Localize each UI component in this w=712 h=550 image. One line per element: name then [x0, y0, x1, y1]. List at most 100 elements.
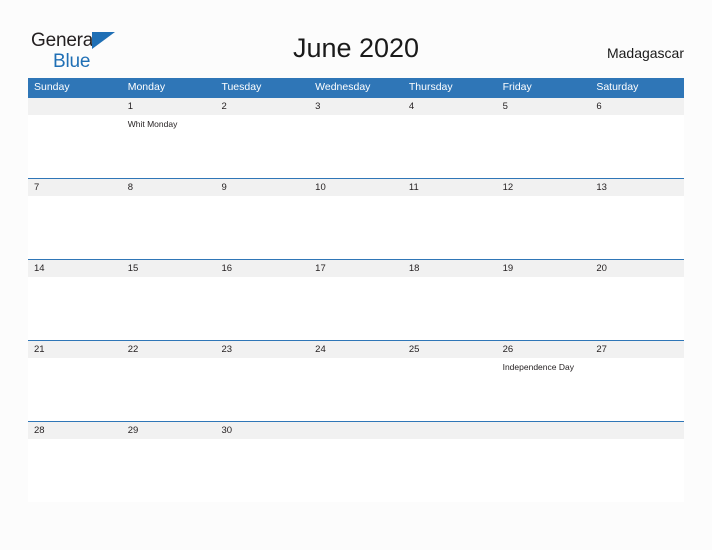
day-cell[interactable]: 16	[215, 260, 309, 277]
event-label: Whit Monday	[127, 119, 178, 129]
day-cell[interactable]: 15	[122, 260, 216, 277]
day-events[interactable]	[28, 439, 122, 502]
day-cell[interactable]: 17	[309, 260, 403, 277]
day-number: 19	[502, 263, 514, 274]
day-cell[interactable]: 25	[403, 341, 497, 358]
week-date-band: 14 15 16 17 18 19 20	[28, 260, 684, 277]
calendar-week-row: 7 8 9 10 11 12 13	[28, 178, 684, 259]
day-cell[interactable]	[403, 422, 497, 439]
day-number: 20	[596, 263, 607, 274]
weekday-header-sunday: Sunday	[34, 81, 70, 93]
day-cell[interactable]: 7	[28, 179, 122, 196]
day-events[interactable]	[122, 196, 216, 259]
day-cell[interactable]: 20	[590, 260, 684, 277]
day-cell[interactable]	[28, 98, 122, 115]
weekday-header-monday: Monday	[127, 81, 166, 93]
day-cell[interactable]: 11	[403, 179, 497, 196]
day-cell[interactable]: 29	[122, 422, 216, 439]
day-events[interactable]	[28, 115, 122, 178]
day-cell[interactable]: 1	[122, 98, 216, 115]
day-cell[interactable]: 26	[497, 341, 591, 358]
day-number: 16	[221, 263, 233, 274]
day-events[interactable]	[309, 277, 403, 340]
day-cell[interactable]: 30	[215, 422, 309, 439]
day-cell[interactable]: 19	[497, 260, 591, 277]
day-cell[interactable]: 10	[309, 179, 403, 196]
day-cell[interactable]: 18	[403, 260, 497, 277]
day-events[interactable]	[309, 439, 403, 502]
day-cell[interactable]: 3	[309, 98, 403, 115]
day-events[interactable]	[403, 115, 497, 178]
day-events[interactable]	[590, 277, 684, 340]
day-events[interactable]	[497, 439, 591, 502]
weekday-header-tuesday: Tuesday	[221, 81, 262, 93]
day-number: 29	[127, 425, 139, 436]
day-cell[interactable]: 22	[122, 341, 216, 358]
day-events[interactable]	[122, 358, 216, 421]
day-events[interactable]	[403, 196, 497, 259]
week-events-band	[28, 196, 684, 259]
week-events-band: Independence Day	[28, 358, 684, 421]
day-number: 2	[221, 101, 227, 112]
day-events[interactable]	[28, 277, 122, 340]
day-cell[interactable]: 24	[309, 341, 403, 358]
day-events[interactable]	[215, 115, 309, 178]
weekday-header-wednesday: Wednesday	[315, 81, 371, 93]
day-cell[interactable]: 14	[28, 260, 122, 277]
day-number: 5	[502, 101, 508, 112]
day-cell[interactable]: 12	[497, 179, 591, 196]
day-cell[interactable]: 21	[28, 341, 122, 358]
day-cell[interactable]: 28	[28, 422, 122, 439]
day-events[interactable]	[590, 439, 684, 502]
day-number: 7	[34, 182, 40, 193]
day-events[interactable]	[590, 115, 684, 178]
day-cell[interactable]: 4	[403, 98, 497, 115]
week-date-band: 28 29 30	[28, 422, 684, 439]
day-cell[interactable]	[590, 422, 684, 439]
day-cell[interactable]	[497, 422, 591, 439]
day-events[interactable]	[309, 358, 403, 421]
day-events[interactable]	[497, 277, 591, 340]
day-cell[interactable]: 8	[122, 179, 216, 196]
day-number: 23	[221, 344, 233, 355]
day-cell[interactable]	[309, 422, 403, 439]
page-header: General Blue June 2020 Madagascar	[0, 0, 712, 78]
day-events[interactable]	[215, 358, 309, 421]
day-number: 26	[502, 344, 514, 355]
day-cell[interactable]: 13	[590, 179, 684, 196]
calendar-week-row: 28 29 30	[28, 421, 684, 502]
day-number: 24	[315, 344, 326, 355]
day-cell[interactable]: 6	[590, 98, 684, 115]
day-events[interactable]	[403, 277, 497, 340]
day-events[interactable]	[215, 277, 309, 340]
day-events[interactable]	[497, 196, 591, 259]
day-events[interactable]	[122, 439, 216, 502]
day-events[interactable]	[28, 196, 122, 259]
day-cell[interactable]: 27	[590, 341, 684, 358]
day-events[interactable]	[403, 358, 497, 421]
day-events[interactable]	[122, 277, 216, 340]
day-events[interactable]	[590, 358, 684, 421]
day-events[interactable]	[309, 115, 403, 178]
day-events[interactable]: Independence Day	[497, 358, 591, 421]
day-number: 18	[408, 263, 420, 274]
day-cell[interactable]: 2	[215, 98, 309, 115]
day-cell[interactable]: 23	[215, 341, 309, 358]
day-events[interactable]	[309, 196, 403, 259]
day-events[interactable]	[403, 439, 497, 502]
week-events-band: Whit Monday	[28, 115, 684, 178]
day-events[interactable]	[590, 196, 684, 259]
week-events-band	[28, 439, 684, 502]
day-events[interactable]	[497, 115, 591, 178]
day-events[interactable]: Whit Monday	[122, 115, 216, 178]
day-events[interactable]	[215, 439, 309, 502]
day-cell[interactable]: 9	[215, 179, 309, 196]
day-number: 22	[127, 344, 139, 355]
event-label: Independence Day	[502, 362, 574, 372]
day-cell[interactable]: 5	[497, 98, 591, 115]
day-number: 28	[34, 425, 45, 436]
calendar-week-row: 21 22 23 24 25 26 27 Independence Day	[28, 340, 684, 421]
day-events[interactable]	[215, 196, 309, 259]
day-number: 6	[596, 101, 602, 112]
day-events[interactable]	[28, 358, 122, 421]
